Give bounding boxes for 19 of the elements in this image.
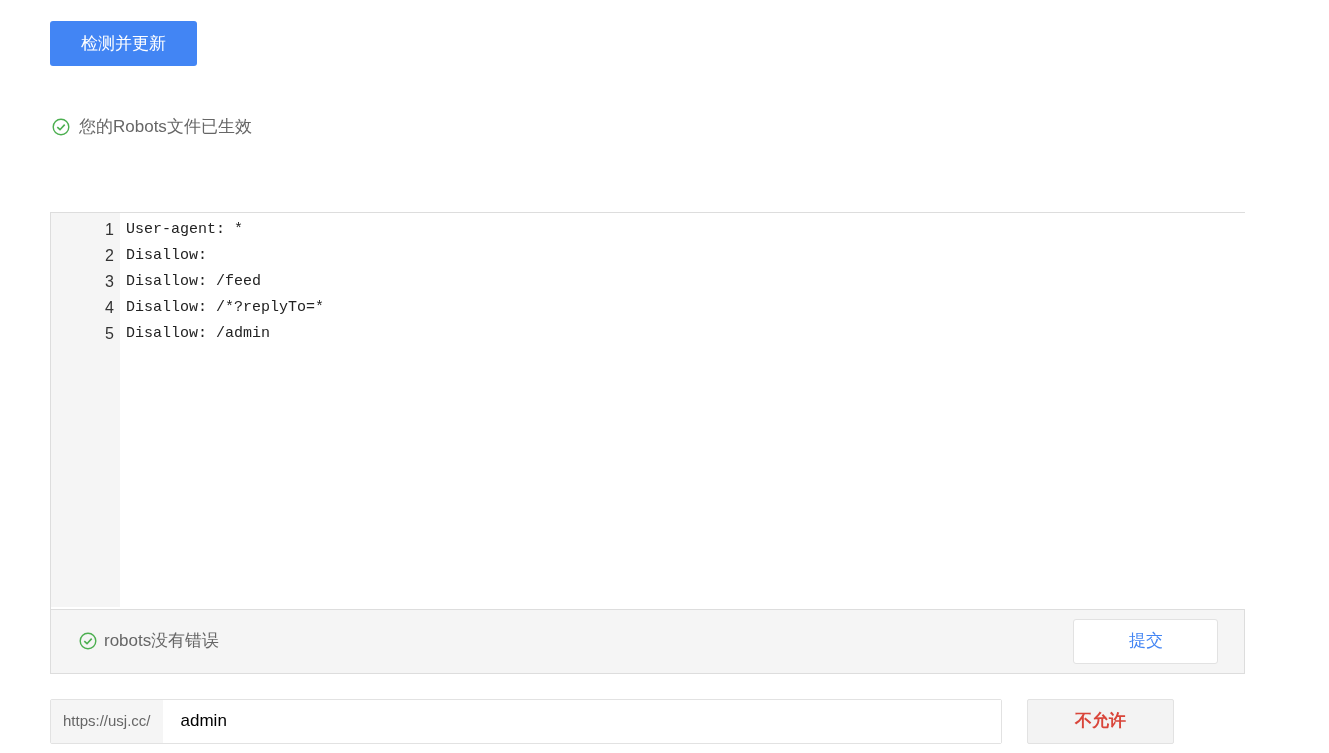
submit-button[interactable]: 提交 bbox=[1073, 618, 1218, 664]
code-line: Disallow: /*?replyTo=* bbox=[126, 297, 325, 318]
url-field[interactable]: https://usj.cc/ admin bbox=[50, 698, 1002, 744]
code-line: Disallow: bbox=[126, 245, 208, 266]
line-number: 4 bbox=[104, 297, 115, 318]
result-badge: 不允许 bbox=[1027, 698, 1174, 744]
code-line: Disallow: /admin bbox=[126, 323, 272, 344]
line-number: 2 bbox=[104, 245, 115, 266]
code-line: User-agent: * bbox=[126, 219, 245, 240]
check-circle-icon bbox=[79, 632, 97, 650]
update-button[interactable]: 检测并更新 bbox=[50, 21, 197, 66]
line-number: 3 bbox=[104, 271, 115, 292]
url-prefix: https://usj.cc/ bbox=[51, 699, 163, 743]
check-circle-icon bbox=[52, 117, 70, 136]
file-status-text: 您的Robots文件已生效 bbox=[79, 116, 252, 138]
line-number: 5 bbox=[104, 323, 115, 344]
code-line: Disallow: /feed bbox=[126, 271, 263, 292]
line-number: 1 bbox=[104, 219, 115, 240]
check-status-text: robots没有错误 bbox=[104, 630, 220, 653]
